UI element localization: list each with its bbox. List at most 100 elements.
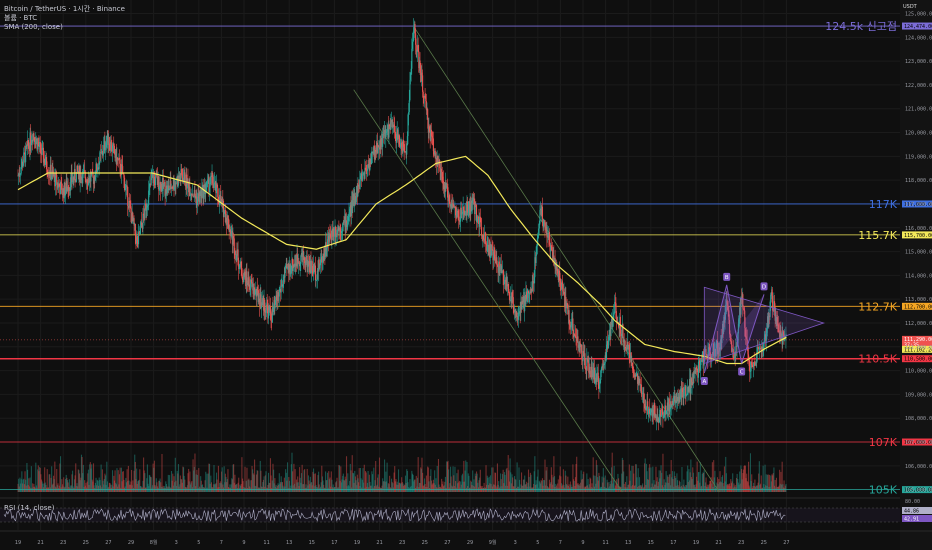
- time-tick-label: 3: [175, 540, 178, 546]
- time-tick-label: 13: [625, 540, 631, 546]
- candle-body: [512, 297, 514, 308]
- time-tick-label: 9: [581, 540, 584, 546]
- candle-body: [508, 292, 511, 301]
- volume-bar: [286, 462, 289, 492]
- time-tick-label: 23: [399, 540, 405, 546]
- volume-bar: [785, 483, 787, 492]
- level-price-text: 115,700.00: [904, 233, 932, 239]
- time-tick-label: 19: [693, 540, 699, 546]
- price-tick-label: 117,000.00: [905, 202, 932, 208]
- price-tick-label: 125,000.00: [905, 12, 932, 18]
- rsi-indicator-label[interactable]: RSI (14, close): [4, 504, 54, 512]
- level-label: 124.5k 신고점: [825, 20, 897, 33]
- time-tick-label: 25: [422, 540, 428, 546]
- level-label: 107K: [869, 436, 898, 449]
- time-tick-label: 15: [309, 540, 315, 546]
- time-tick-label: 13: [286, 540, 292, 546]
- time-tick-label: 17: [331, 540, 337, 546]
- price-tick-label: 123,000.00: [905, 59, 932, 65]
- time-tick-label: 27: [783, 540, 789, 546]
- time-tick-label: 25: [761, 540, 767, 546]
- time-tick-label: 21: [37, 540, 43, 546]
- level-label: 117K: [869, 198, 898, 211]
- volume-indicator-label[interactable]: 볼륨 · BTC: [4, 14, 37, 22]
- currency-label[interactable]: USDT: [903, 4, 917, 10]
- rsi-ma-text: 42.91: [904, 517, 919, 523]
- price-tick-label: 106,000.00: [905, 464, 932, 470]
- time-tick-label: 3: [514, 540, 517, 546]
- time-tick-label: 19: [15, 540, 21, 546]
- time-tick-label: 21: [715, 540, 721, 546]
- price-tick-label: 119,000.00: [905, 154, 932, 160]
- volume-bar: [465, 460, 467, 492]
- candle-body: [278, 291, 280, 297]
- candle-body: [408, 100, 410, 113]
- price-tick-label: 112,000.00: [905, 321, 932, 327]
- candle-body: [411, 48, 413, 69]
- pattern-label: C: [740, 369, 744, 375]
- time-tick-label: 23: [60, 540, 66, 546]
- time-tick-label: 7: [559, 540, 562, 546]
- candle-body: [137, 232, 140, 245]
- price-tick-label: 115,000.00: [905, 250, 932, 256]
- candle-body: [639, 378, 641, 385]
- time-tick-label: 15: [648, 540, 654, 546]
- volume-bar: [417, 457, 419, 492]
- pattern-label: D: [762, 284, 766, 290]
- level-label: 115.7K: [858, 229, 897, 242]
- level-label: 112.7K: [858, 300, 897, 313]
- price-chart[interactable]: 124.5k 신고점 124,474.00 117K 117,000.00 115.7K…: [0, 0, 932, 550]
- time-tick-label: 9: [242, 540, 245, 546]
- candle-body: [127, 186, 129, 207]
- candle-body: [422, 75, 424, 92]
- time-tick-label: 29: [467, 540, 473, 546]
- volume-bar: [662, 453, 664, 492]
- price-tick-label: 124,000.00: [905, 35, 932, 41]
- candle-body: [539, 210, 541, 224]
- volume-bar: [378, 457, 381, 492]
- volume-bar: [161, 453, 163, 492]
- candle-body: [314, 265, 317, 281]
- time-tick-label: 17: [670, 540, 676, 546]
- candle-body: [481, 227, 483, 236]
- time-tick-label: 21: [376, 540, 382, 546]
- level-price-text: 124,474.00: [904, 24, 932, 30]
- price-tick-label: 116,000.00: [905, 226, 932, 232]
- time-tick-label: 11: [602, 540, 608, 546]
- level-label: 110.5K: [858, 353, 897, 366]
- candle-body: [77, 165, 79, 172]
- price-tick-label: 121,000.00: [905, 107, 932, 113]
- candle-body: [236, 255, 238, 261]
- symbol-title[interactable]: Bitcoin / TetherUS · 1시간 · Binance: [4, 5, 125, 13]
- price-tick-label: 107,000.00: [905, 440, 932, 446]
- pattern-label: A: [702, 379, 706, 385]
- rsi-level-text: 80.00: [905, 499, 920, 505]
- time-tick-label: 11: [263, 540, 269, 546]
- time-tick-label: 19: [354, 540, 360, 546]
- price-tick-label: 110,000.00: [905, 369, 932, 375]
- candle-body: [406, 145, 408, 155]
- sma-indicator-label[interactable]: SMA (200, close): [4, 23, 63, 31]
- candle-body: [645, 407, 648, 411]
- candle-body: [75, 172, 77, 183]
- level-label: 105K: [869, 484, 898, 497]
- candle-body: [535, 254, 537, 263]
- time-tick-label: 23: [738, 540, 744, 546]
- time-tick-label: 5: [536, 540, 539, 546]
- time-tick-label: 7: [220, 540, 223, 546]
- price-axis[interactable]: 125,000.00 124,000.00 123,000.00 122,000.00…: [905, 12, 932, 494]
- price-tick-label: 118,000.00: [905, 178, 932, 184]
- time-tick-label: 9월: [489, 539, 497, 546]
- time-tick-label: 5: [197, 540, 200, 546]
- candle-body: [572, 318, 574, 330]
- time-tick-label: 27: [105, 540, 111, 546]
- level-price-text: 112,700.00: [904, 304, 932, 310]
- time-tick-label: 25: [83, 540, 89, 546]
- price-tick-label: 113,000.00: [905, 297, 932, 303]
- candle-body: [74, 169, 76, 181]
- candle-body: [280, 286, 282, 293]
- price-tick-label: 120,000.00: [905, 131, 932, 137]
- price-tick-label: 111,000.00: [905, 345, 932, 351]
- candle-body: [184, 172, 186, 185]
- price-tick-label: 109,000.00: [905, 392, 932, 398]
